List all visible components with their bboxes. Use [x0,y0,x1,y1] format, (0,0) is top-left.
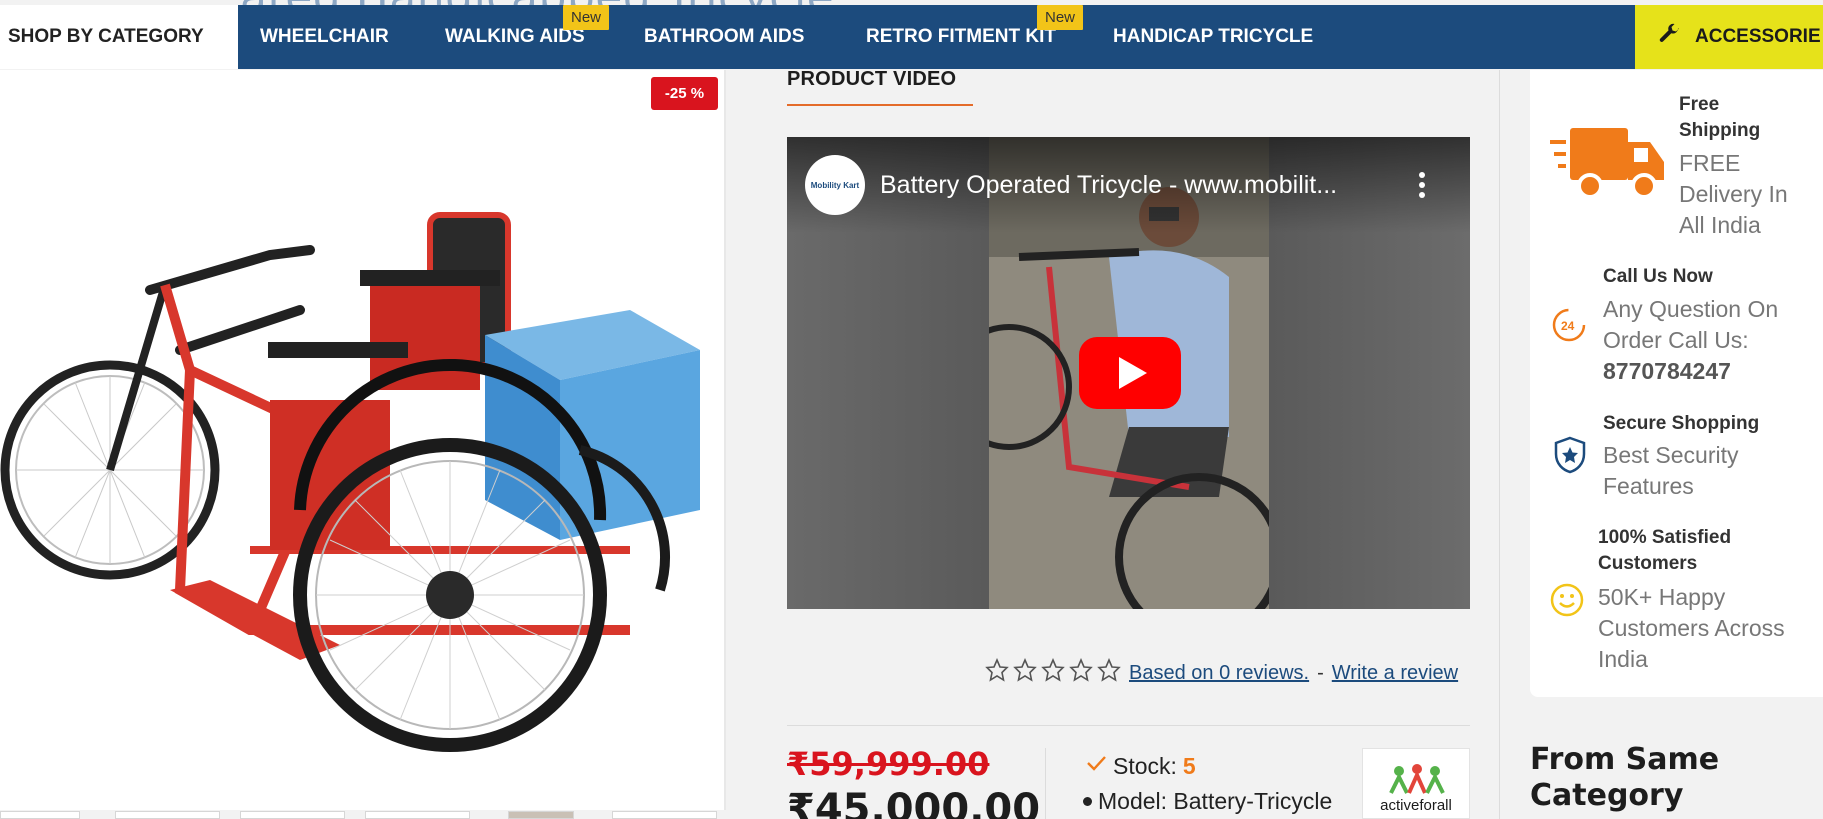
star-empty-icon [1041,657,1065,688]
check-icon [1085,752,1107,780]
old-price: ₹59,999.00 [787,745,990,783]
feature-text-free-shipping: FREE Delivery In All India [1679,150,1788,239]
nav-item-retro-fitment-kit[interactable]: RETRO FITMENT KIT [866,5,1056,69]
nav-item-bathroom-aids[interactable]: BATHROOM AIDS [644,5,804,69]
category-nav-bar: SHOP BY CATEGORY WHEELCHAIR WALKING AIDS… [0,5,1823,69]
thumbnail[interactable] [240,811,345,819]
write-review-link[interactable]: Write a review [1332,662,1458,685]
product-image-tricycle [0,212,700,752]
new-badge: New [563,5,610,30]
thumbnail[interactable] [365,811,470,819]
reviews-count-link[interactable]: Based on 0 reviews. [1129,662,1309,685]
feature-text-secure-shopping: Best Security Features [1603,442,1739,500]
feature-title-free-shipping: Free Shipping [1679,94,1761,141]
stock-info: Stock: 5 [1085,752,1196,780]
heading-underline [787,104,973,106]
thumbnail[interactable] [612,811,717,819]
brand-logo-box[interactable]: activeforall [1362,748,1470,819]
column-divider [1499,70,1500,819]
star-empty-icon [1013,657,1037,688]
product-image-panel[interactable] [0,70,726,810]
nav-item-wheelchair[interactable]: WHEELCHAIR [260,5,389,69]
feature-title-satisfied: 100% Satisfied Customers [1598,527,1732,574]
channel-avatar[interactable]: Mobility Kart [805,155,865,215]
stock-value: 5 [1182,752,1196,779]
divider [787,725,1470,726]
svg-text:24: 24 [1561,319,1575,333]
feature-title-call-us: Call Us Now [1603,266,1713,287]
feature-text-satisfied: 50K+ Happy Customers Across India [1598,584,1785,673]
shield-star-icon [1553,436,1587,479]
thumbnail-active[interactable] [508,811,574,819]
youtube-video-player[interactable]: Mobility Kart Battery Operated Tricycle … [787,137,1470,609]
truck-icon [1550,120,1668,215]
star-empty-icon [1069,657,1093,688]
nav-item-label: RETRO FITMENT KIT [866,26,1056,47]
nav-item-label: BATHROOM AIDS [644,26,805,47]
feature-text-call-us: Any Question On Order Call Us: 877078424… [1603,294,1813,387]
phone-number[interactable]: 8770784247 [1603,358,1731,384]
divider [1045,748,1046,819]
from-same-category-heading: From Same Category [1530,742,1720,813]
rating-separator: - [1317,661,1324,684]
more-options-icon[interactable] [1407,167,1437,203]
feature-title-secure-shopping: Secure Shopping [1603,413,1760,434]
thumbnail[interactable] [115,811,220,819]
new-badge: New [1037,5,1084,30]
wrench-icon [1657,22,1681,52]
nav-item-label: HANDICAP TRICYCLE [1113,26,1314,47]
call-us-text: Any Question On Order Call Us: [1603,296,1779,354]
phone-24-icon: 24 [1550,306,1588,349]
nav-item-label: WHEELCHAIR [260,26,389,47]
product-video-heading: PRODUCT VIDEO [787,68,957,90]
star-empty-icon [985,657,1009,688]
sale-price: ₹45,000.00 [787,786,1041,819]
model-label: Model: Battery-Tricycle [1098,788,1333,814]
smiley-icon [1549,582,1585,623]
model-info: Model: Battery-Tricycle [1083,788,1332,815]
thumbnail[interactable] [0,811,80,819]
nav-item-accessories[interactable]: ACCESSORIE [1635,5,1823,69]
bullet-icon [1083,797,1092,806]
nav-item-handicap-tricycle[interactable]: HANDICAP TRICYCLE [1113,5,1313,69]
play-button-icon[interactable] [1079,337,1181,409]
brand-figures-icon [1385,763,1449,802]
rating-row: Based on 0 reviews. - Write a review [985,657,1458,688]
stock-label: Stock: [1113,752,1177,779]
star-rating [985,657,1121,688]
star-empty-icon [1097,657,1121,688]
shop-by-category-button[interactable]: SHOP BY CATEGORY [0,5,238,69]
discount-badge: -25 % [651,77,718,110]
nav-item-label: ACCESSORIE [1695,26,1821,47]
video-title[interactable]: Battery Operated Tricycle - www.mobilit.… [880,171,1337,200]
